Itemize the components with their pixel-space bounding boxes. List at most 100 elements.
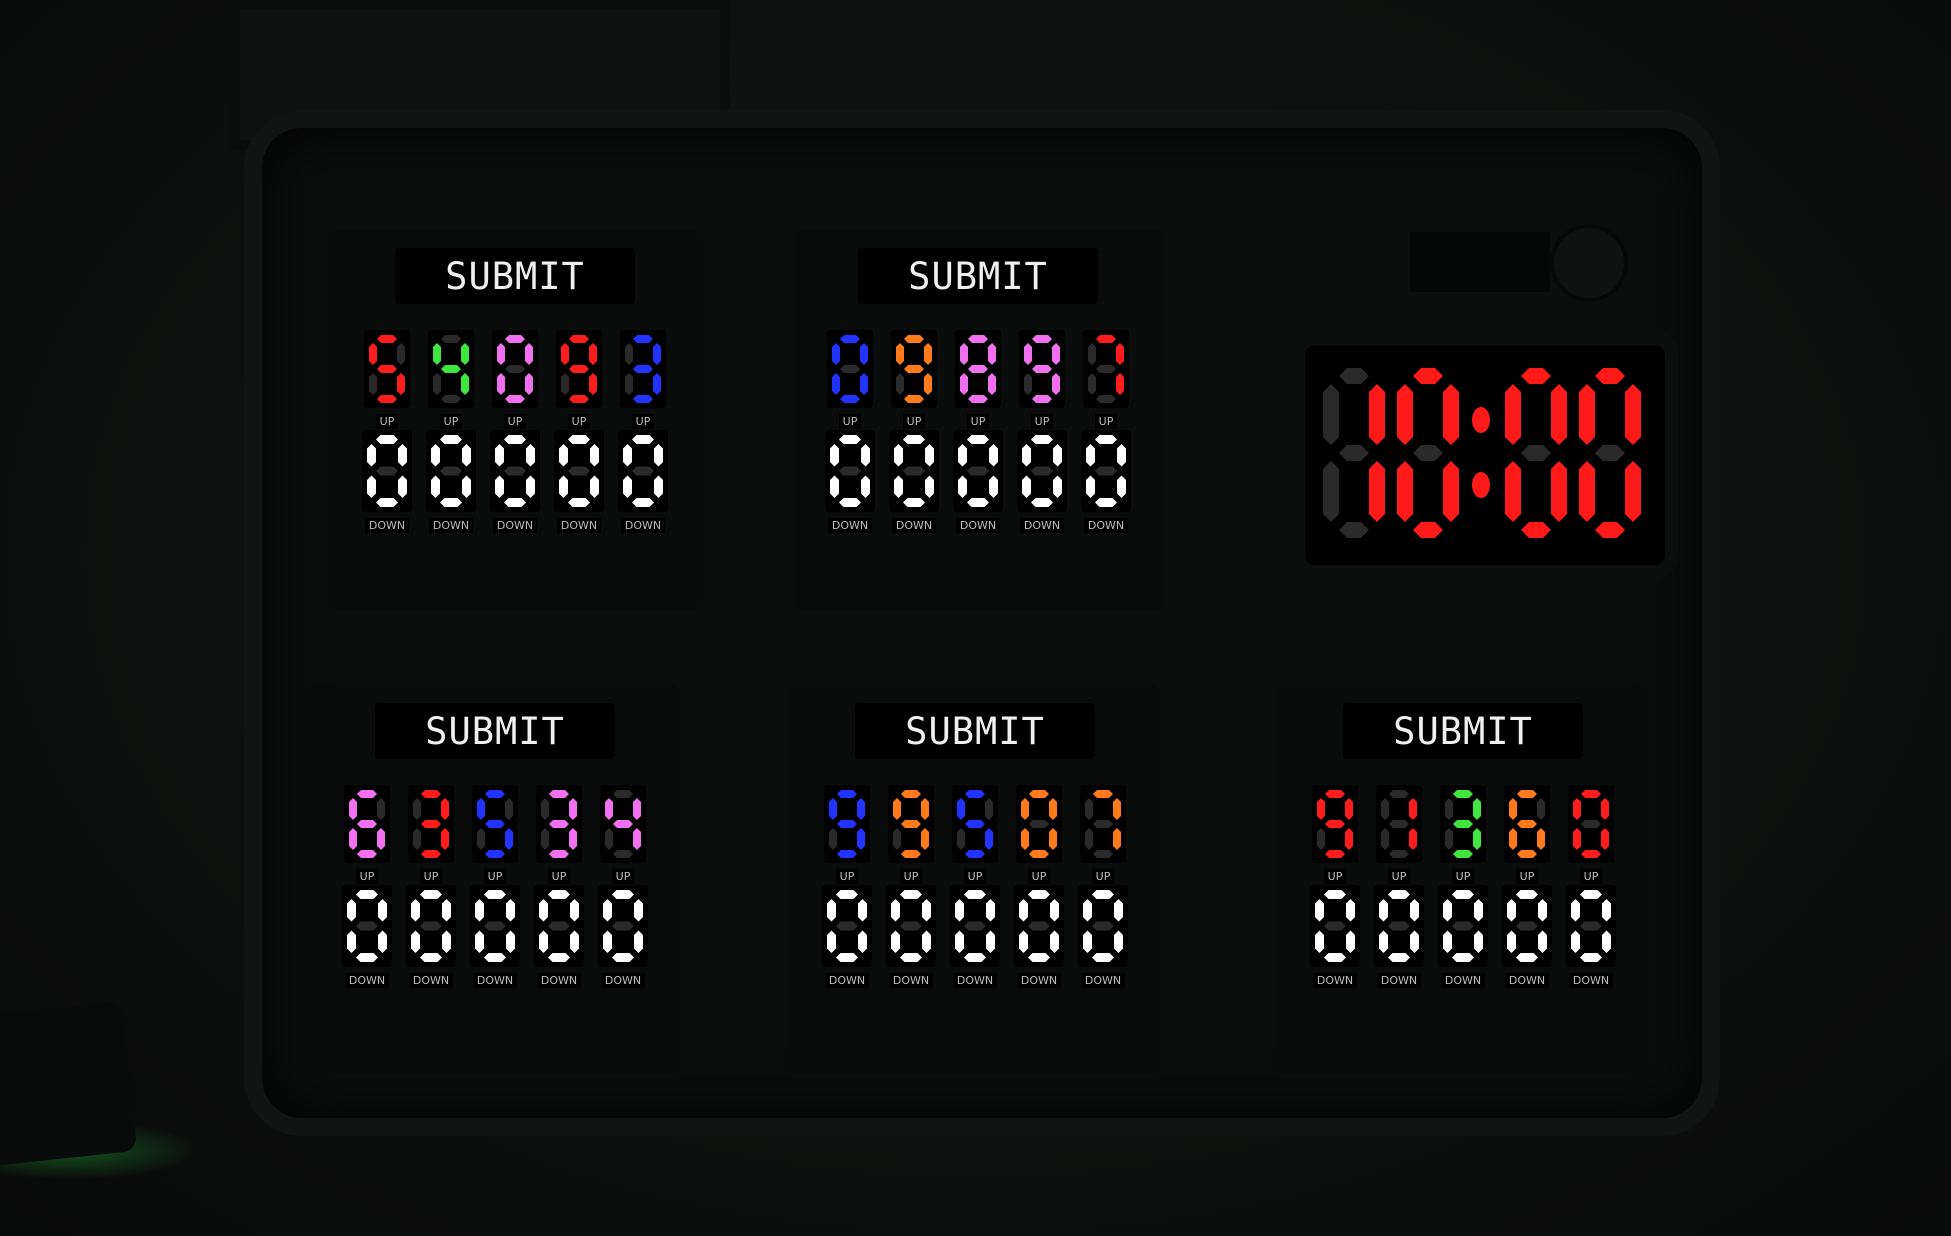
up-button[interactable]: UP bbox=[355, 869, 379, 884]
segment-f bbox=[1573, 798, 1581, 820]
down-button[interactable]: DOWN bbox=[1312, 973, 1358, 988]
submit-button[interactable]: SUBMIT bbox=[375, 703, 615, 759]
down-button[interactable]: DOWN bbox=[1080, 973, 1126, 988]
entry-digit-cell: DOWN bbox=[342, 885, 392, 988]
down-button[interactable]: DOWN bbox=[952, 973, 998, 988]
down-button[interactable]: DOWN bbox=[891, 518, 937, 533]
digit-glyph bbox=[431, 435, 471, 507]
submit-button[interactable]: SUBMIT bbox=[1343, 703, 1583, 759]
down-button[interactable]: DOWN bbox=[620, 518, 666, 533]
up-button[interactable]: UP bbox=[547, 869, 571, 884]
segment-c bbox=[1625, 461, 1641, 522]
down-button[interactable]: DOWN bbox=[556, 518, 602, 533]
down-button[interactable]: DOWN bbox=[1504, 973, 1550, 988]
digit-glyph bbox=[1505, 368, 1567, 538]
segment-g bbox=[1388, 921, 1410, 931]
up-button[interactable]: UP bbox=[1091, 869, 1115, 884]
entry-digit-cell: DOWN bbox=[490, 430, 540, 533]
down-button[interactable]: DOWN bbox=[1083, 518, 1129, 533]
segment-a bbox=[376, 435, 398, 444]
up-button[interactable]: UP bbox=[1094, 414, 1118, 429]
segment-f bbox=[1505, 384, 1521, 445]
digit-glyph bbox=[367, 435, 407, 507]
down-button[interactable]: DOWN bbox=[1019, 518, 1065, 533]
up-button[interactable]: UP bbox=[899, 869, 923, 884]
segment-b bbox=[462, 444, 471, 467]
segment-e bbox=[832, 373, 840, 395]
up-button[interactable]: UP bbox=[963, 869, 987, 884]
segment-e bbox=[495, 475, 504, 498]
segment-c bbox=[1117, 475, 1126, 498]
segment-f bbox=[1381, 798, 1389, 820]
up-button[interactable]: UP bbox=[419, 869, 443, 884]
down-button[interactable]: DOWN bbox=[1440, 973, 1486, 988]
up-button[interactable]: UP bbox=[835, 869, 859, 884]
segment-c bbox=[1551, 461, 1567, 522]
down-button[interactable]: DOWN bbox=[428, 518, 474, 533]
up-button[interactable]: UP bbox=[503, 414, 527, 429]
segment-d bbox=[441, 395, 461, 403]
segment-c bbox=[1052, 373, 1060, 395]
entry-digit-display bbox=[1019, 890, 1059, 962]
up-button[interactable]: UP bbox=[1387, 869, 1411, 884]
segment-c bbox=[1050, 930, 1059, 953]
segment-g bbox=[632, 466, 654, 476]
up-button[interactable]: UP bbox=[1030, 414, 1054, 429]
segment-d bbox=[633, 395, 653, 403]
segment-a bbox=[1093, 790, 1113, 798]
submit-button[interactable]: SUBMIT bbox=[395, 248, 635, 304]
down-button[interactable]: DOWN bbox=[492, 518, 538, 533]
segment-b bbox=[633, 798, 641, 820]
fixture-slot bbox=[1410, 232, 1550, 292]
up-button[interactable]: UP bbox=[902, 414, 926, 429]
code-digit-display bbox=[1021, 790, 1057, 858]
up-button[interactable]: UP bbox=[838, 414, 862, 429]
segment-f bbox=[475, 899, 484, 922]
up-button[interactable]: UP bbox=[483, 869, 507, 884]
down-button[interactable]: DOWN bbox=[827, 518, 873, 533]
down-button[interactable]: DOWN bbox=[408, 973, 454, 988]
segment-a bbox=[1029, 790, 1049, 798]
down-button[interactable]: DOWN bbox=[955, 518, 1001, 533]
segment-g bbox=[548, 921, 570, 931]
digit-glyph bbox=[827, 890, 867, 962]
segment-d bbox=[964, 953, 986, 962]
segment-c bbox=[988, 373, 996, 395]
code-digit bbox=[888, 785, 934, 863]
up-button[interactable]: UP bbox=[375, 414, 399, 429]
submit-button[interactable]: SUBMIT bbox=[858, 248, 1098, 304]
segment-g bbox=[421, 820, 441, 828]
entry-digit-cell: DOWN bbox=[825, 430, 875, 533]
down-button[interactable]: DOWN bbox=[888, 973, 934, 988]
down-button[interactable]: DOWN bbox=[364, 518, 410, 533]
segment-a bbox=[440, 435, 462, 444]
down-button[interactable]: DOWN bbox=[600, 973, 646, 988]
submit-button[interactable]: SUBMIT bbox=[855, 703, 1095, 759]
up-button[interactable]: UP bbox=[1515, 869, 1539, 884]
segment-g bbox=[613, 820, 633, 828]
up-button[interactable]: UP bbox=[611, 869, 635, 884]
down-button[interactable]: DOWN bbox=[824, 973, 870, 988]
segment-d bbox=[1339, 522, 1369, 538]
up-button[interactable]: UP bbox=[1579, 869, 1603, 884]
segment-c bbox=[1537, 828, 1545, 850]
down-button[interactable]: DOWN bbox=[472, 973, 518, 988]
down-button[interactable]: DOWN bbox=[344, 973, 390, 988]
up-button[interactable]: UP bbox=[567, 414, 591, 429]
down-button[interactable]: DOWN bbox=[1376, 973, 1422, 988]
up-button[interactable]: UP bbox=[439, 414, 463, 429]
segment-d bbox=[1093, 850, 1113, 858]
down-button[interactable]: DOWN bbox=[536, 973, 582, 988]
up-button[interactable]: UP bbox=[1451, 869, 1475, 884]
down-button[interactable]: DOWN bbox=[1016, 973, 1062, 988]
down-button[interactable]: DOWN bbox=[1568, 973, 1614, 988]
entry-digit-cell: DOWN bbox=[1566, 885, 1616, 988]
code-digit-display bbox=[541, 790, 577, 858]
up-button[interactable]: UP bbox=[1323, 869, 1347, 884]
digit-glyph bbox=[1507, 890, 1547, 962]
digit-glyph bbox=[605, 790, 641, 858]
up-button[interactable]: UP bbox=[631, 414, 655, 429]
up-button[interactable]: UP bbox=[1027, 869, 1051, 884]
up-button[interactable]: UP bbox=[966, 414, 990, 429]
segment-c bbox=[525, 373, 533, 395]
